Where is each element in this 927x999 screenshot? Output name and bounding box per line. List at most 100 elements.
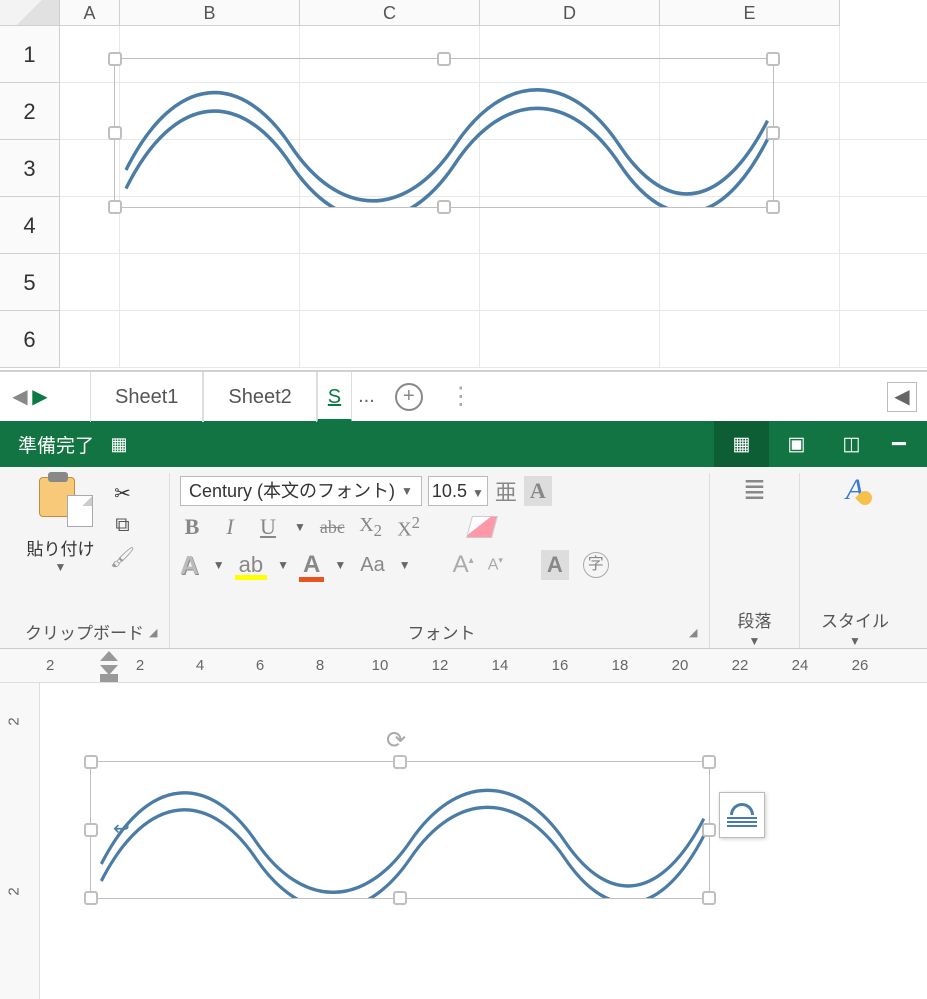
row-header-2[interactable]: 2 xyxy=(0,83,60,140)
tab-options-icon[interactable]: ⋮ xyxy=(437,382,483,411)
styles-icon[interactable]: A xyxy=(846,473,864,507)
italic-button[interactable]: I xyxy=(218,514,242,540)
copy-icon[interactable]: ⧉ xyxy=(109,513,137,537)
paragraph-mark-icon: ↩ xyxy=(113,816,130,841)
clear-formatting-icon[interactable] xyxy=(466,516,498,538)
hruler-num-5: 12 xyxy=(432,657,449,674)
resize-handle-n[interactable] xyxy=(437,52,451,66)
hruler-num-1: 4 xyxy=(196,657,204,674)
word-canvas[interactable]: ⟳ ↩ xyxy=(40,683,927,999)
view-page-break-icon[interactable]: ◫ xyxy=(824,421,879,467)
col-header-e[interactable]: E xyxy=(660,0,840,26)
underline-dropdown-icon[interactable]: ▼ xyxy=(294,520,306,534)
col-header-a[interactable]: A xyxy=(60,0,120,26)
styles-dropdown-icon[interactable]: ▼ xyxy=(849,634,861,648)
ribbon-group-styles: A スタイル ▼ xyxy=(800,473,910,648)
rotate-handle-icon[interactable]: ⟳ xyxy=(386,726,414,754)
hscroll-left-button[interactable]: ◀ xyxy=(887,382,917,412)
horizontal-ruler[interactable]: 2 2468101214161820222426 xyxy=(0,649,927,683)
tab-nav-prev-icon[interactable]: ◀ xyxy=(10,384,30,409)
resize-handle-sw[interactable] xyxy=(108,200,122,214)
group-label-styles: スタイル xyxy=(821,603,889,636)
row-header-1[interactable]: 1 xyxy=(0,26,60,83)
vruler-num-1: 2 xyxy=(6,887,23,895)
select-all-corner[interactable] xyxy=(0,0,60,26)
font-name-select[interactable]: Century (本文のフォント) ▼ xyxy=(180,476,422,506)
resize-handle-s[interactable] xyxy=(393,891,407,905)
phonetic-guide-icon[interactable]: 亜 xyxy=(494,475,518,507)
clipboard-launcher-icon[interactable]: ◢ xyxy=(149,626,163,640)
layout-line-2 xyxy=(727,821,757,823)
hruler-inner: 2468101214161820222426 xyxy=(40,649,927,682)
view-normal-icon[interactable]: ▦ xyxy=(714,421,769,467)
change-case-dropdown-icon[interactable]: ▼ xyxy=(399,558,411,572)
grow-font-icon[interactable]: A▴ xyxy=(453,551,474,579)
font-launcher-icon[interactable]: ◢ xyxy=(689,626,703,640)
macro-record-icon[interactable]: ▦ xyxy=(104,434,134,455)
font-color-icon[interactable]: A xyxy=(303,551,320,579)
resize-handle-w[interactable] xyxy=(84,823,98,837)
row-header-6[interactable]: 6 xyxy=(0,311,60,368)
resize-handle-n[interactable] xyxy=(393,755,407,769)
paragraph-dropdown-icon[interactable]: ▼ xyxy=(749,634,761,648)
font-name-dropdown-icon: ▼ xyxy=(401,477,413,505)
paragraph-icon[interactable]: ≣ xyxy=(743,473,766,506)
resize-handle-s[interactable] xyxy=(437,200,451,214)
enclose-characters-icon[interactable]: 字 xyxy=(583,552,609,578)
paste-button[interactable] xyxy=(39,477,83,521)
resize-handle-se[interactable] xyxy=(766,200,780,214)
font-size-select[interactable]: 10.5 ▼ xyxy=(428,476,488,506)
text-effects-dropdown-icon[interactable]: ▼ xyxy=(213,558,225,572)
character-shading-icon[interactable]: A xyxy=(541,550,569,580)
col-header-b[interactable]: B xyxy=(120,0,300,26)
layout-options-button[interactable] xyxy=(719,792,765,838)
resize-handle-sw[interactable] xyxy=(84,891,98,905)
text-effects-icon[interactable]: A xyxy=(180,550,199,581)
hruler-num-7: 16 xyxy=(552,657,569,674)
subscript-button[interactable]: X2 xyxy=(359,514,383,541)
column-header-row: A B C D E xyxy=(0,0,927,26)
bold-button[interactable]: B xyxy=(180,514,204,540)
double-wave-shape[interactable] xyxy=(114,58,774,208)
row-header-4[interactable]: 4 xyxy=(0,197,60,254)
highlight-dropdown-icon[interactable]: ▼ xyxy=(277,558,289,572)
font-size-dropdown-icon: ▼ xyxy=(472,486,484,500)
resize-handle-e[interactable] xyxy=(702,823,716,837)
strikethrough-button[interactable]: abє xyxy=(320,517,345,538)
hruler-num-8: 18 xyxy=(612,657,629,674)
font-size-value: 10.5 xyxy=(432,481,467,501)
resize-handle-nw[interactable] xyxy=(84,755,98,769)
shrink-font-icon[interactable]: A▾ xyxy=(488,555,503,574)
hruler-num-4: 10 xyxy=(372,657,389,674)
underline-button[interactable]: U xyxy=(256,514,280,540)
row-header-3[interactable]: 3 xyxy=(0,140,60,197)
resize-handle-e[interactable] xyxy=(766,126,780,140)
cell-area[interactable] xyxy=(60,26,927,368)
resize-handle-se[interactable] xyxy=(702,891,716,905)
vertical-ruler[interactable]: 2 2 xyxy=(0,683,40,999)
format-painter-icon[interactable]: 🖌 xyxy=(109,545,137,569)
font-color-dropdown-icon[interactable]: ▼ xyxy=(334,558,346,572)
zoom-out-button[interactable]: − xyxy=(879,428,919,460)
row-header-5[interactable]: 5 xyxy=(0,254,60,311)
resize-handle-w[interactable] xyxy=(108,126,122,140)
superscript-button[interactable]: X2 xyxy=(397,513,421,542)
double-wave-shape-word[interactable]: ⟳ ↩ xyxy=(90,761,710,899)
resize-handle-ne[interactable] xyxy=(702,755,716,769)
tab-overflow-icon[interactable]: ... xyxy=(352,385,381,408)
view-page-layout-icon[interactable]: ▣ xyxy=(769,421,824,467)
highlight-color-icon[interactable]: ab xyxy=(239,552,263,578)
col-header-d[interactable]: D xyxy=(480,0,660,26)
sheet-tab-3[interactable]: S xyxy=(317,372,352,422)
character-border-icon[interactable]: A xyxy=(524,476,552,506)
tab-nav-next-icon[interactable]: ▶ xyxy=(30,384,50,409)
sheet-tab-2[interactable]: Sheet2 xyxy=(203,372,316,422)
paste-dropdown-icon[interactable]: ▼ xyxy=(55,560,67,574)
cut-icon[interactable]: ✂ xyxy=(109,481,137,505)
new-sheet-button[interactable]: + xyxy=(395,383,423,411)
sheet-tab-1[interactable]: Sheet1 xyxy=(90,372,203,422)
change-case-icon[interactable]: Aa xyxy=(360,554,384,577)
col-header-c[interactable]: C xyxy=(300,0,480,26)
resize-handle-ne[interactable] xyxy=(766,52,780,66)
resize-handle-nw[interactable] xyxy=(108,52,122,66)
